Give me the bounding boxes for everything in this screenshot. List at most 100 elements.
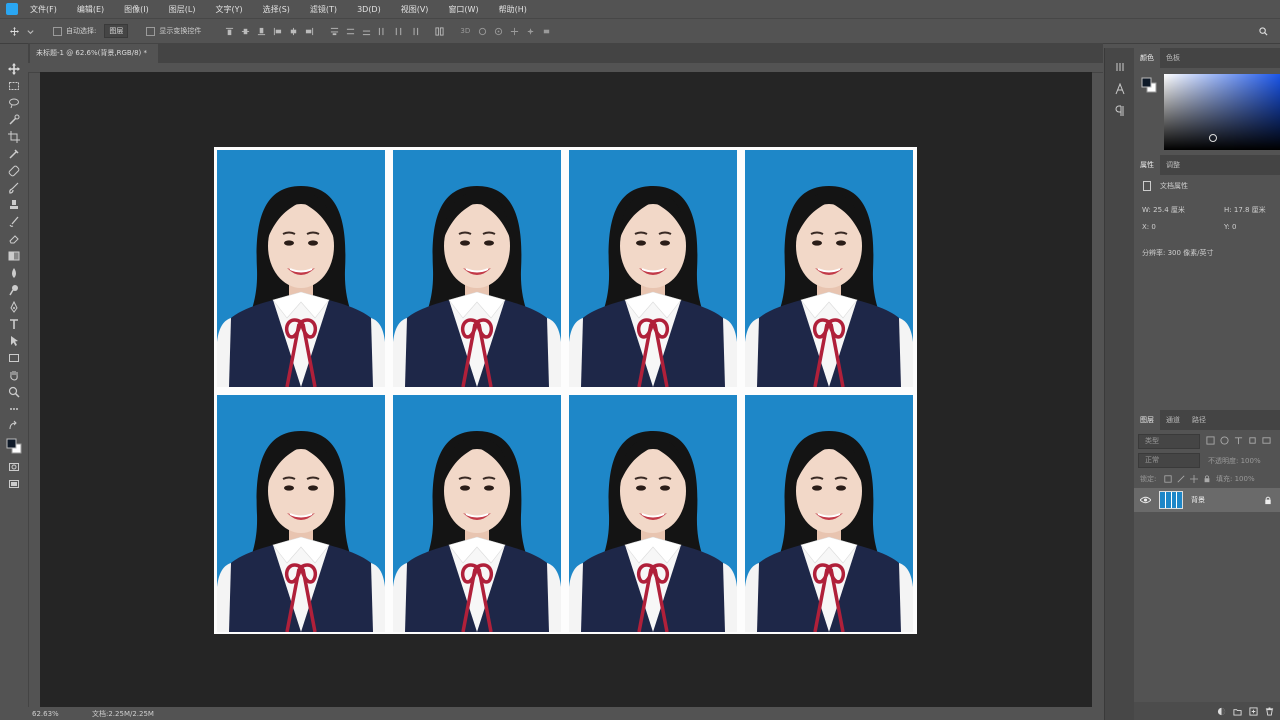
paragraph-panel-icon[interactable] (1105, 100, 1135, 122)
tab-layers[interactable]: 图层 (1134, 410, 1160, 430)
zoom-level[interactable]: 62.63% (32, 710, 82, 718)
distribute-left-icon[interactable] (378, 27, 387, 36)
align-horizontal-center-icon[interactable] (289, 27, 298, 36)
menu-help[interactable]: 帮助(H) (499, 4, 527, 15)
filter-type-icon[interactable] (1234, 436, 1243, 445)
auto-select-dropdown[interactable]: 图层 (104, 24, 129, 38)
path-selection-tool-icon[interactable] (0, 332, 28, 349)
visibility-eye-icon[interactable] (1140, 496, 1151, 504)
add-adjustment-layer-icon[interactable] (1217, 707, 1226, 716)
y-value[interactable]: 0 (1232, 223, 1236, 231)
healing-brush-tool-icon[interactable] (0, 162, 28, 179)
tab-adjustments[interactable]: 调整 (1160, 155, 1186, 175)
align-bottom-icon[interactable] (257, 27, 266, 36)
quick-selection-tool-icon[interactable] (0, 111, 28, 128)
lock-all-icon[interactable] (1203, 475, 1211, 483)
3d-roll-icon[interactable] (494, 27, 503, 36)
crop-tool-icon[interactable] (0, 128, 28, 145)
eyedropper-tool-icon[interactable] (0, 145, 28, 162)
y-row[interactable]: Y: 0 (1224, 223, 1236, 231)
delete-layer-icon[interactable] (1265, 706, 1274, 716)
distribute-center-icon[interactable] (346, 27, 355, 36)
width-value[interactable]: 25.4 厘米 (1153, 206, 1185, 214)
document-tab[interactable]: 未标题-1 @ 62.6%(背景,RGB/8) * (30, 44, 158, 63)
history-panel-icon[interactable] (1105, 56, 1135, 78)
x-row[interactable]: X: 0 (1142, 223, 1156, 231)
auto-align-layers-icon[interactable] (435, 26, 444, 36)
document-canvas[interactable] (214, 147, 917, 634)
height-value[interactable]: 17.8 厘米 (1234, 206, 1266, 214)
eraser-tool-icon[interactable] (0, 230, 28, 247)
tab-channels[interactable]: 通道 (1160, 410, 1186, 430)
filter-smart-object-icon[interactable] (1262, 436, 1271, 445)
search-icon[interactable] (1259, 26, 1268, 36)
quick-mask-icon[interactable] (0, 458, 28, 475)
menu-filter[interactable]: 滤镜(T) (310, 4, 337, 15)
tab-swatches[interactable]: 色板 (1160, 48, 1186, 68)
align-vertical-center-icon[interactable] (241, 27, 250, 36)
brush-tool-icon[interactable] (0, 179, 28, 196)
menu-window[interactable]: 窗口(W) (448, 4, 478, 15)
rectangle-tool-icon[interactable] (0, 349, 28, 366)
show-transform-checkbox[interactable] (146, 26, 156, 36)
3d-rotate-icon[interactable] (478, 27, 487, 36)
fill-row[interactable]: 填充: 100% (1216, 474, 1255, 484)
type-tool-icon[interactable] (0, 315, 28, 332)
align-right-icon[interactable] (305, 27, 314, 36)
distribute-top-icon[interactable] (330, 27, 339, 36)
distribute-bottom-icon[interactable] (362, 27, 371, 36)
align-top-icon[interactable] (225, 27, 234, 36)
move-tool-preset-icon[interactable] (10, 26, 19, 36)
lasso-tool-icon[interactable] (0, 94, 28, 111)
move-tool-icon[interactable] (0, 60, 28, 77)
color-picker-handle[interactable] (1209, 134, 1217, 142)
menu-image[interactable]: 图像(I) (124, 4, 149, 15)
color-picker-field[interactable] (1164, 74, 1280, 150)
tab-properties[interactable]: 属性 (1134, 155, 1160, 175)
hand-tool-icon[interactable] (0, 366, 28, 383)
foreground-background-color-icon[interactable] (0, 434, 28, 458)
chevron-down-icon[interactable] (26, 27, 35, 36)
height-row[interactable]: H: 17.8 厘米 (1224, 205, 1266, 215)
zoom-tool-icon[interactable] (0, 383, 28, 400)
more-tools-icon[interactable] (0, 400, 28, 417)
new-layer-icon[interactable] (1249, 706, 1258, 716)
blur-tool-icon[interactable] (0, 264, 28, 281)
new-group-icon[interactable] (1233, 707, 1242, 716)
tab-color[interactable]: 颜色 (1134, 48, 1160, 68)
menu-type[interactable]: 文字(Y) (215, 4, 242, 15)
color-swatch-icon[interactable] (1140, 76, 1158, 97)
filter-shape-icon[interactable] (1248, 436, 1257, 445)
menu-edit[interactable]: 编辑(E) (77, 4, 104, 15)
blend-mode-dropdown[interactable]: 正常 (1138, 453, 1200, 468)
document-info[interactable]: 文档:2.25M/2.25M (92, 709, 154, 719)
filter-adjustment-icon[interactable] (1220, 436, 1229, 445)
layer-filter-dropdown[interactable]: 类型 (1138, 434, 1200, 449)
menu-select[interactable]: 选择(S) (263, 4, 290, 15)
character-panel-icon[interactable] (1105, 78, 1135, 100)
clone-stamp-tool-icon[interactable] (0, 196, 28, 213)
3d-drag-icon[interactable] (510, 27, 519, 36)
auto-select-checkbox[interactable] (53, 26, 62, 36)
swap-colors-icon[interactable] (0, 417, 28, 434)
gradient-tool-icon[interactable] (0, 247, 28, 264)
distribute-right-icon[interactable] (410, 27, 419, 36)
menu-view[interactable]: 视图(V) (401, 4, 429, 15)
menu-layer[interactable]: 图层(L) (169, 4, 196, 15)
layer-row[interactable]: 背景 (1134, 488, 1280, 512)
tab-paths[interactable]: 路径 (1186, 410, 1212, 430)
distribute-hcenter-icon[interactable] (394, 27, 403, 36)
x-value[interactable]: 0 (1151, 223, 1155, 231)
opacity-value[interactable]: 100% (1241, 457, 1261, 465)
pen-tool-icon[interactable] (0, 298, 28, 315)
menu-3d[interactable]: 3D(D) (357, 5, 381, 14)
history-brush-tool-icon[interactable] (0, 213, 28, 230)
align-left-icon[interactable] (273, 27, 282, 36)
screen-mode-icon[interactable] (0, 475, 28, 492)
filter-pixel-icon[interactable] (1206, 436, 1215, 445)
lock-position-icon[interactable] (1190, 475, 1198, 483)
width-row[interactable]: W: 25.4 厘米 (1142, 205, 1185, 215)
marquee-tool-icon[interactable] (0, 77, 28, 94)
lock-transparent-icon[interactable] (1164, 475, 1172, 483)
3d-slide-icon[interactable] (526, 27, 535, 36)
